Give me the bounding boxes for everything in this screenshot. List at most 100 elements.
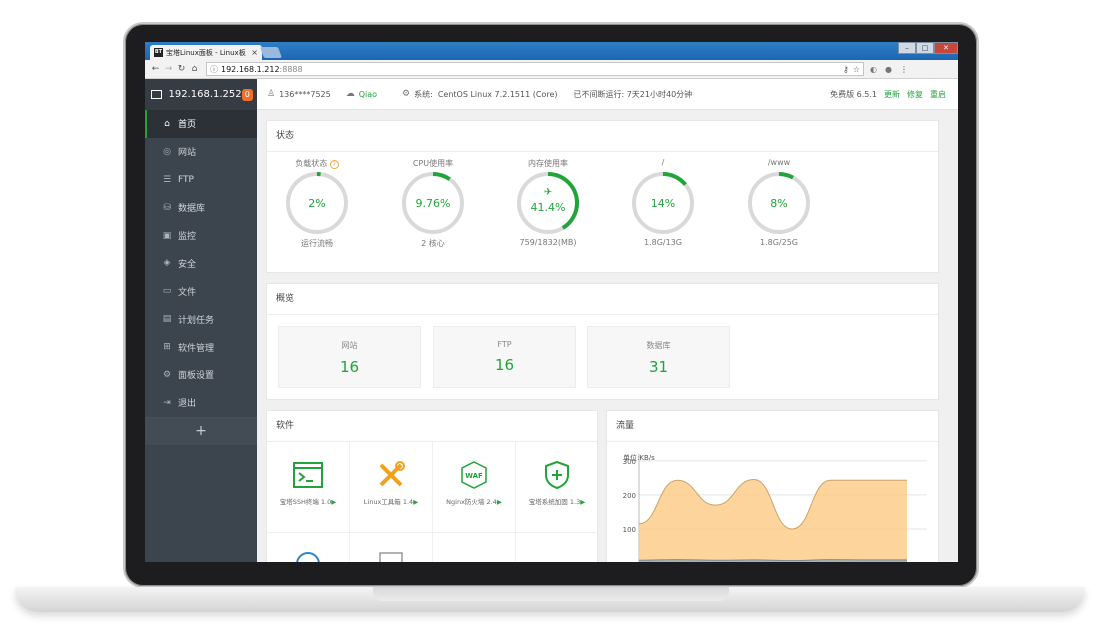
sidebar-item[interactable]: ◎ 网站	[145, 138, 257, 166]
key-icon[interactable]: ⚷	[843, 65, 849, 74]
sidebar-item-label: 文件	[178, 287, 197, 298]
gauge-label: /	[618, 158, 708, 171]
status-gauge[interactable]: / 14% 1.8G/13G	[618, 158, 708, 247]
gauge-ring: 2%	[286, 172, 348, 234]
sidebar-item[interactable]: ▭ 文件	[145, 277, 257, 305]
sidebar-item-label: 数据库	[178, 204, 206, 215]
browser-tab[interactable]: BT 宝塔Linux面板 - Linux板 ×	[150, 45, 262, 60]
terminal-icon	[293, 462, 323, 488]
traffic-panel: 流量 单位:KB/s 100200300	[606, 410, 939, 562]
software-item[interactable]: WAF Nginx防火墙 2.4▶	[433, 442, 516, 533]
uptime: 已不间断运行: 7天21小时40分钟	[573, 89, 693, 99]
sidebar-item-label: 软件管理	[178, 343, 215, 354]
status-gauge[interactable]: /www 8% 1.8G/25G	[734, 158, 824, 247]
software-item-empty[interactable]	[267, 533, 350, 562]
update-link[interactable]: 更新	[884, 89, 900, 100]
menu-dots-icon[interactable]: ⋮	[900, 65, 908, 74]
sidebar-menu: ⌂ 首页 ◎ 网站 ☰ FTP ⛁ 数据库 ▣ 监控 ◈ 安全 ▭ 文件 ▤ 计划任务 ⊞ 软件管理 ⚙ 面板设置 ⇥ 退…	[145, 110, 257, 417]
sidebar-item[interactable]: ▣ 监控	[145, 222, 257, 250]
shield-icon: ◈	[163, 258, 171, 269]
gauge-label: CPU使用率	[388, 158, 478, 171]
overview-label: FTP	[497, 340, 512, 349]
ftp-icon: ☰	[162, 174, 172, 185]
tools-icon	[379, 461, 405, 487]
sidebar-item[interactable]: ☰ FTP	[145, 166, 257, 194]
status-gauge[interactable]: CPU使用率 9.76% 2 核心	[388, 158, 478, 249]
folder-icon: ▭	[162, 286, 172, 297]
maximize-button[interactable]: □	[916, 42, 934, 54]
sidebar: 192.168.1.252 0 ⌂ 首页 ◎ 网站 ☰ FTP ⛁ 数据库 ▣ 监控 ◈ 安全 ▭ 文件 ▤…	[145, 79, 257, 562]
window-close-button[interactable]: ✕	[934, 42, 958, 54]
bound-user[interactable]: Qiao	[359, 90, 377, 99]
user-account[interactable]: 136****7525	[279, 90, 331, 99]
gear-icon: ⚙	[162, 369, 172, 380]
software-icon-wrap	[516, 460, 598, 490]
gauge-label-text: /www	[767, 158, 791, 167]
window-controls: – □ ✕	[898, 42, 958, 55]
back-icon[interactable]: ←	[149, 64, 162, 74]
help-icon[interactable]: ?	[329, 160, 339, 169]
sidebar-item[interactable]: ⇥ 退出	[145, 389, 257, 417]
gauge-value: 8%	[770, 197, 787, 210]
extension-icon[interactable]: ◐	[870, 65, 877, 74]
topbar-actions: 免费版 6.5.1 更新 修复 重启	[830, 89, 946, 100]
repair-link[interactable]: 修复	[907, 89, 923, 100]
reload-icon[interactable]: ↻	[175, 64, 188, 74]
y-tick-label: 300	[623, 458, 636, 466]
tab-strip: BT 宝塔Linux面板 - Linux板 × – □ ✕	[145, 42, 958, 60]
y-tick-label: 200	[623, 492, 636, 500]
forward-icon[interactable]: →	[162, 64, 175, 74]
software-icon-wrap	[267, 460, 349, 490]
status-gauge[interactable]: 内存使用率 ✈ 41.4% 759/1832(MB)	[503, 158, 593, 247]
overview-card[interactable]: FTP 16	[433, 326, 576, 388]
add-shortcut-button[interactable]: +	[145, 416, 257, 445]
message-badge[interactable]: 0	[241, 88, 253, 101]
grid-icon: ⊞	[163, 342, 171, 353]
status-gauge[interactable]: 负载状态 ? 2% 运行流畅	[272, 158, 362, 249]
monitor-icon: ▣	[162, 230, 172, 241]
sidebar-item-label: FTP	[178, 174, 194, 185]
software-item[interactable]: Linux工具箱 1.4▶	[350, 442, 433, 533]
software-item[interactable]: 宝塔SSH终端 1.0▶	[267, 442, 350, 533]
sidebar-item[interactable]: ▤ 计划任务	[145, 305, 257, 333]
play-arrow-icon: ▶	[580, 498, 586, 506]
overview-card[interactable]: 数据库 31	[587, 326, 730, 388]
software-item-empty[interactable]	[433, 533, 516, 562]
status-panel: 状态 负载状态 ? 2% 运行流畅 CPU使用率 9.76% 2 核心 内存使用率 ✈ 41.4…	[266, 120, 939, 273]
top-info-bar: ♙ 136****7525 ☁ Qiao ⚙ 系统: CentOS Linux …	[257, 79, 958, 110]
database-icon: ⛁	[163, 202, 171, 213]
overview-count: 31	[648, 358, 669, 376]
gauge-ring: 14%	[632, 172, 694, 234]
tab-close-icon[interactable]: ×	[251, 48, 258, 57]
software-item-empty[interactable]	[516, 533, 599, 562]
sidebar-item[interactable]: ⊞ 软件管理	[145, 333, 257, 361]
new-tab-button[interactable]	[259, 47, 283, 58]
overview-count: 16	[494, 356, 515, 374]
bookmark-star-icon[interactable]: ☆	[853, 65, 860, 74]
tab-title: 宝塔Linux面板 - Linux板	[166, 48, 246, 57]
sidebar-item-label: 面板设置	[178, 371, 215, 382]
play-arrow-icon: ▶	[496, 498, 502, 506]
cloud-icon: ☁	[345, 89, 355, 99]
address-host: 192.168.1.212	[221, 64, 280, 74]
sidebar-item[interactable]: ⚙ 面板设置	[145, 361, 257, 389]
software-item-empty[interactable]	[350, 533, 433, 562]
minimize-button[interactable]: –	[898, 42, 916, 54]
info-icon[interactable]: ⓘ	[210, 64, 218, 75]
sidebar-item[interactable]: ⛁ 数据库	[145, 194, 257, 222]
gauge-label: /www	[734, 158, 824, 171]
system-os: CentOS Linux 7.2.1511 (Core)	[437, 89, 558, 99]
restart-link[interactable]: 重启	[930, 89, 946, 100]
extension-icon[interactable]: ●	[885, 65, 892, 74]
home-browser-icon[interactable]: ⌂	[188, 64, 201, 74]
gauge-ring: 9.76%	[402, 172, 464, 234]
software-label: 宝塔SSH终端 1.0▶	[267, 496, 349, 506]
sidebar-item[interactable]: ⌂ 首页	[145, 110, 257, 138]
software-icon-wrap	[350, 460, 432, 490]
traffic-chart: 100 200 300	[623, 454, 927, 562]
software-item[interactable]: 宝塔系统加固 1.3▶	[516, 442, 599, 533]
gauge-subtext: 2 核心	[421, 239, 445, 248]
overview-card[interactable]: 网站 16	[278, 326, 421, 388]
address-bar[interactable]: ⓘ 192.168.1.212 :8888 ⚷ ☆	[206, 62, 864, 76]
sidebar-item[interactable]: ◈ 安全	[145, 249, 257, 277]
